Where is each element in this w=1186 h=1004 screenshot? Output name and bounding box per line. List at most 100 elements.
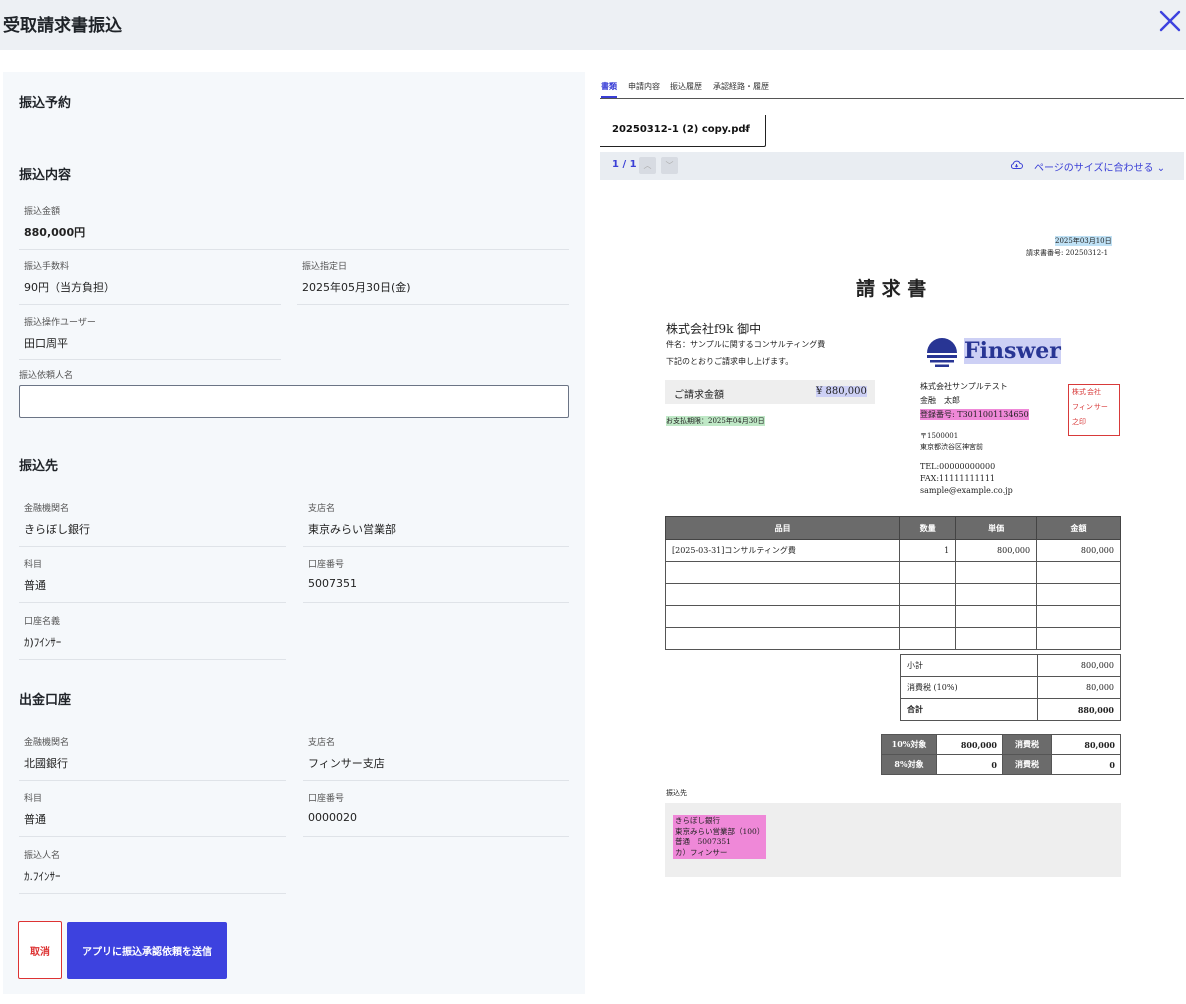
field-date: 振込指定日 2025年05月30日(金)	[297, 259, 569, 305]
item-price: 800,000	[955, 539, 1038, 562]
chevron-down-icon: ⌄	[743, 124, 751, 134]
field-value: 90円（当方負担）	[24, 281, 115, 294]
file-name: 20250312-1 (2) copy.pdf	[612, 124, 750, 135]
client-name: 株式会社f9k 御中	[666, 322, 762, 336]
field-value: ｶ)ﾌｲﾝｻｰ	[24, 636, 62, 649]
tab-application[interactable]: 申請内容	[628, 81, 660, 92]
field-fee: 振込手数料 90円（当方負担）	[19, 259, 281, 305]
bank-title: 振込先	[666, 789, 687, 797]
field-label: 支店名	[308, 738, 336, 748]
totals-table: 小計 800,000 消費税 (10%) 80,000 合計 880,000	[900, 654, 1121, 721]
bank-info-box: きらぼし銀行 東京みらい営業部（100） 普通 5007351 カ）フィンサー	[665, 803, 1121, 877]
field-value: ｶ.ﾌｲﾝｻｰ	[24, 870, 61, 883]
tax10-tax-label: 消費税	[1002, 734, 1052, 755]
table-row	[664, 627, 1121, 650]
table-row: 小計 800,000	[900, 654, 1121, 677]
table-row: 合計 880,000	[900, 698, 1121, 721]
field-label: 振込金額	[24, 207, 61, 217]
field-operator: 振込操作ユーザー 田口周平	[19, 315, 281, 360]
field-value: 2025年05月30日(金)	[302, 281, 411, 294]
registration-number: 登録番号: T3011001134650	[920, 409, 1029, 420]
next-page-button[interactable]: ﹀	[661, 157, 678, 174]
seal-text: 会社	[1087, 388, 1101, 396]
field-value: 5007351	[308, 577, 357, 590]
issuer-person: 金融 太郎	[920, 396, 960, 405]
due-date: お支払期限：2025年04月30日	[666, 416, 765, 426]
field-label: 振込操作ユーザー	[24, 318, 96, 328]
file-select[interactable]: 20250312-1 (2) copy.pdf ⌄	[600, 115, 766, 147]
table-row	[664, 605, 1121, 628]
tax-value: 80,000	[1037, 676, 1121, 699]
field-label: 支店名	[308, 504, 336, 514]
section-title-reservation: 振込予約	[19, 96, 72, 111]
zoom-label: ページのサイズに合わせる	[1034, 163, 1154, 174]
prev-page-button[interactable]: ︿	[639, 157, 656, 174]
section-title-source: 出金口座	[19, 693, 72, 708]
tax10-base: 800,000	[936, 734, 1003, 755]
requester-label: 振込依頼人名	[19, 371, 74, 381]
page-title: 受取請求書振込	[3, 16, 122, 36]
tab-transfer-history[interactable]: 振込履歴	[670, 81, 702, 92]
email: sample@example.co.jp	[920, 486, 1013, 495]
field-value: 田口周平	[24, 337, 68, 350]
tax8-tax-label: 消費税	[1002, 754, 1052, 775]
field-value: 東京みらい営業部	[308, 523, 396, 536]
field-label: 口座番号	[308, 794, 345, 804]
invoice-subject: 件名：サンプルに関するコンサルティング費	[666, 340, 826, 349]
invoice-date: 2025年03月10日	[1055, 236, 1112, 246]
tax10-tax: 80,000	[1051, 734, 1121, 755]
items-header: 単価	[955, 516, 1038, 540]
amount-label: ご請求金額	[674, 390, 724, 401]
tax-breakdown-table: 10%対象 800,000 消費税 80,000 8%対象 0 消費税 0	[881, 734, 1121, 775]
table-row: 10%対象 800,000 消費税 80,000	[881, 734, 1121, 755]
invoice-number: 請求書番号: 20250312-1	[1026, 249, 1109, 257]
source-branch: 支店名 フィンサー支店	[303, 735, 569, 781]
payee-account-number: 口座番号 5007351	[303, 557, 569, 603]
postal-code: 〒1500001	[920, 432, 959, 440]
section-title-content: 振込内容	[19, 168, 72, 183]
tax-label: 消費税 (10%)	[900, 676, 1038, 699]
source-bank: 金融機関名 北國銀行	[19, 735, 286, 781]
table-row: 8%対象 0 消費税 0	[881, 754, 1121, 775]
seal-text: サー	[1093, 403, 1108, 411]
fax: FAX:11111111111	[920, 474, 996, 483]
total-label: 合計	[900, 698, 1038, 721]
field-label: 金融機関名	[24, 738, 70, 748]
tab-approval-route[interactable]: 承認経路・履歴	[713, 81, 769, 92]
field-value: きらぼし銀行	[24, 523, 90, 536]
items-header: 金額	[1036, 516, 1121, 540]
bank-line: カ）フィンサー	[675, 847, 728, 857]
field-label: 振込手数料	[24, 262, 70, 272]
field-value: 北國銀行	[24, 757, 68, 770]
field-value: 880,000円	[24, 226, 86, 239]
dialog-header: 受取請求書振込	[0, 0, 1186, 50]
item-qty: 1	[899, 539, 957, 562]
chevron-down-icon: ⌄	[1156, 163, 1166, 174]
company-seal: 株式 会社 フィン サー 之印	[1068, 384, 1120, 436]
payee-bank: 金融機関名 きらぼし銀行	[19, 501, 286, 547]
cancel-button[interactable]: 取消	[18, 921, 62, 979]
zoom-select[interactable]: ページのサイズに合わせる ⌄	[1034, 159, 1165, 174]
tax10-label: 10%対象	[881, 734, 937, 755]
tab-documents[interactable]: 書類	[601, 81, 617, 92]
tax8-label: 8%対象	[881, 754, 937, 775]
field-label: 振込人名	[24, 851, 61, 861]
page-indicator: 1 / 1	[612, 159, 637, 170]
field-value: 普通	[24, 579, 46, 592]
table-row: 消費税 (10%) 80,000	[900, 676, 1121, 699]
field-label: 科目	[24, 794, 43, 804]
close-icon[interactable]	[1157, 8, 1183, 34]
field-amount: 振込金額 880,000円	[19, 204, 569, 250]
item-amount: 800,000	[1036, 539, 1121, 562]
subtotal-value: 800,000	[1037, 654, 1121, 677]
finswer-logo-icon	[927, 338, 957, 367]
items-header: 品目	[664, 516, 901, 540]
table-row	[664, 561, 1121, 584]
cloud-download-icon[interactable]	[1010, 159, 1023, 171]
send-approval-request-button[interactable]: アプリに振込承認依頼を送信	[67, 922, 227, 979]
seal-text: 株式	[1072, 388, 1086, 396]
requester-name-input[interactable]	[19, 385, 569, 418]
payee-holder: 口座名義 ｶ)ﾌｲﾝｻｰ	[19, 614, 286, 660]
field-label: 口座名義	[24, 617, 61, 627]
items-header: 数量	[899, 516, 957, 540]
